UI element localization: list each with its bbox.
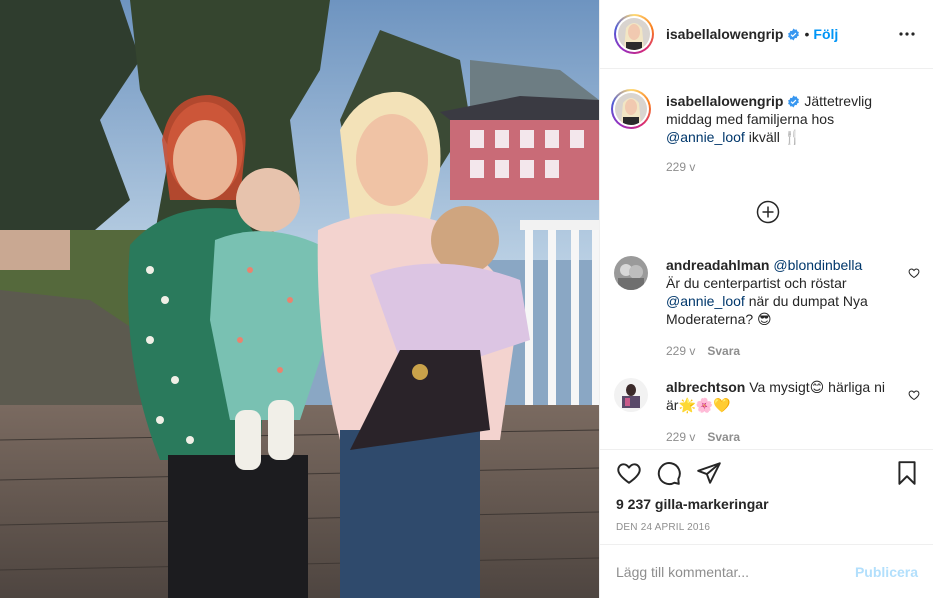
separator-dot: • [804,26,810,42]
caption-avatar[interactable] [611,89,651,129]
verified-badge-icon [787,94,800,108]
commenter-avatar[interactable] [614,378,648,412]
caption-meta: 229 v [666,158,896,176]
heart-icon[interactable] [616,460,642,486]
comment-body: albrechtson Va mysigt😊 härliga ni är🌟🌸💛 … [666,378,896,446]
likes-count[interactable]: 9 237 gilla-markeringar [616,496,769,512]
comment-item: andreadahlman @blondinbella Är du centerp… [614,256,920,360]
comment-time[interactable]: 229 v [666,430,695,444]
reply-button[interactable]: Svara [707,344,740,358]
caption-body: isabellalowengrip Jättetrevlig middag me… [666,92,896,176]
more-options-icon[interactable] [897,24,917,44]
comment-icon[interactable] [656,460,682,486]
author-username[interactable]: isabellalowengrip [666,26,783,42]
comment-text-part: Är du centerpartist och röstar [666,275,847,291]
comment-item: albrechtson Va mysigt😊 härliga ni är🌟🌸💛 … [614,378,920,446]
action-icons [616,460,920,488]
author-avatar[interactable] [614,14,654,54]
comment-mention[interactable]: @annie_loof [666,293,745,309]
comment-meta: 229 v Svara [666,342,896,360]
caption-text: isabellalowengrip Jättetrevlig middag me… [666,92,896,146]
caption-mention[interactable]: @annie_loof [666,129,745,145]
post-photo-image [0,0,599,598]
comment-username[interactable]: albrechtson [666,379,745,395]
bookmark-icon[interactable] [894,460,920,486]
caption-item: isabellalowengrip Jättetrevlig middag me… [611,89,920,176]
caption-text-after: ikväll 🍴 [744,129,802,145]
caption-time[interactable]: 229 v [666,160,695,174]
caption-username[interactable]: isabellalowengrip [666,93,783,109]
comment-text: andreadahlman @blondinbella Är du centerp… [666,256,896,328]
verified-badge-icon [787,28,800,41]
load-more-icon[interactable] [756,200,780,224]
reply-button[interactable]: Svara [707,430,740,444]
comment-time[interactable]: 229 v [666,344,695,358]
add-comment-bar: Publicera [600,544,933,598]
post-header: isabellalowengrip • Följ [600,0,933,69]
comment-body: andreadahlman @blondinbella Är du centerp… [666,256,896,360]
post-photo[interactable] [0,0,599,598]
publish-button[interactable]: Publicera [855,564,918,580]
comment-like-heart-icon[interactable] [908,388,920,401]
comment-like-heart-icon[interactable] [908,266,920,279]
comments-list: isabellalowengrip Jättetrevlig middag me… [600,70,933,448]
comment-input[interactable] [616,563,836,580]
post-date[interactable]: DEN 24 APRIL 2016 [616,522,710,533]
comment-username[interactable]: andreadahlman [666,257,769,273]
comment-text: albrechtson Va mysigt😊 härliga ni är🌟🌸💛 [666,378,896,414]
follow-button[interactable]: Följ [813,26,838,42]
commenter-avatar[interactable] [614,256,648,290]
post-actions: 9 237 gilla-markeringar DEN 24 APRIL 201… [600,449,933,545]
post-side-panel: isabellalowengrip • Följ isabellalowengr… [599,0,933,598]
comment-meta: 229 v Svara [666,428,896,446]
share-icon[interactable] [696,460,722,486]
comment-mention[interactable]: @blondinbella [773,257,862,273]
